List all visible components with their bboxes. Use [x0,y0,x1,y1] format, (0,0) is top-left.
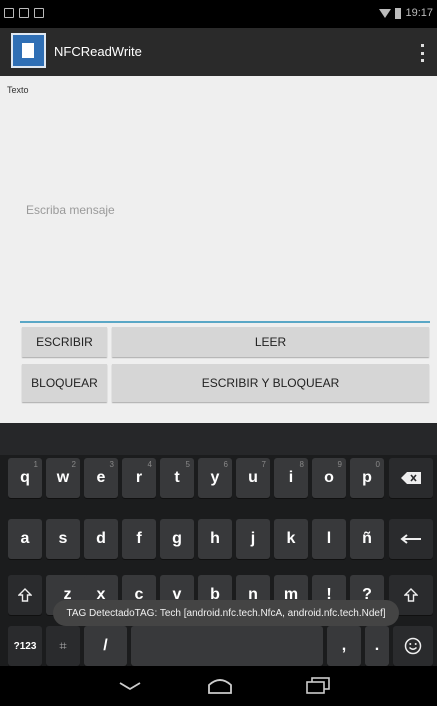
space-key[interactable] [131,626,323,666]
key-y[interactable]: 6y [198,458,232,498]
app-icon[interactable] [11,33,46,68]
write-button[interactable]: ESCRIBIR [22,327,107,357]
notification-icon [19,8,29,18]
toast-message: TAG DetectadoTAG: Tech [android.nfc.tech… [53,600,399,626]
notification-icons [4,8,44,18]
key-q[interactable]: 1q [8,458,42,498]
key-k[interactable]: k [274,519,308,559]
status-bar: 19:17 [0,0,437,28]
key-o[interactable]: 9o [312,458,346,498]
back-button[interactable] [100,672,160,700]
key-d[interactable]: d [84,519,118,559]
backspace-icon [401,472,421,484]
enter-key[interactable] [389,519,433,559]
recents-button[interactable] [288,672,348,700]
key-period[interactable]: . [365,626,389,666]
input-underline [20,321,430,323]
key-r[interactable]: 4r [122,458,156,498]
message-placeholder: Escriba mensaje [26,203,115,217]
lock-button[interactable]: BLOQUEAR [22,364,107,402]
key-p[interactable]: 0p [350,458,384,498]
read-button[interactable]: LEER [112,327,429,357]
emoji-key[interactable] [393,626,433,666]
battery-icon [395,7,402,19]
key-f[interactable]: f [122,519,156,559]
smiley-icon [404,637,422,655]
wifi-icon [379,8,392,18]
action-bar: NFCReadWrite [0,28,437,76]
recents-icon [306,677,330,694]
key-h[interactable]: h [198,519,232,559]
message-input[interactable]: Escriba mensaje [20,196,430,323]
back-chevron-icon [119,682,141,691]
key-i[interactable]: 8i [274,458,308,498]
backspace-key[interactable] [389,458,433,498]
key-t[interactable]: 5t [160,458,194,498]
notification-icon [4,8,14,18]
key-s[interactable]: s [46,519,80,559]
key-u[interactable]: 7u [236,458,270,498]
notification-icon [34,8,44,18]
symbols-key[interactable]: ?123 [8,626,42,666]
key-l[interactable]: l [312,519,346,559]
key-n-tilde[interactable]: ñ [350,519,384,559]
home-icon [208,679,232,694]
key-g[interactable]: g [160,519,194,559]
app-title: NFCReadWrite [54,44,142,59]
navigation-bar [0,666,437,706]
emoji-switch-key[interactable]: ⌗ [46,626,80,666]
shift-icon [18,588,32,602]
key-e[interactable]: 3e [84,458,118,498]
status-time: 19:17 [405,7,433,19]
write-and-lock-button[interactable]: ESCRIBIR Y BLOQUEAR [112,364,429,402]
key-slash[interactable]: / [84,626,127,666]
enter-icon [400,534,421,544]
shift-key[interactable] [8,575,42,615]
soft-keyboard: 1q 2w 3e 4r 5t 6y 7u 8i 9o 0p a s d f g … [0,423,437,666]
key-j[interactable]: j [236,519,270,559]
overflow-menu-icon[interactable] [419,44,425,62]
key-a[interactable]: a [8,519,42,559]
home-button[interactable] [190,672,250,700]
key-w[interactable]: 2w [46,458,80,498]
shift-icon [404,588,418,602]
suggestion-strip [0,423,437,455]
field-label: Texto [7,85,29,95]
key-comma[interactable]: , [327,626,361,666]
